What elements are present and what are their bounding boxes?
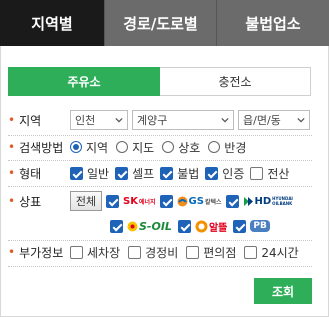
region-row: • 지역 인천 계양구 읍/면/동 (8, 109, 318, 131)
pb-logo: PB (250, 220, 270, 232)
altteul-emblem-icon (195, 220, 208, 232)
brand-label: • 상표 (8, 194, 42, 209)
check-self[interactable]: 셀프 (115, 165, 154, 182)
divider (8, 266, 312, 267)
s-oil-logo: S-OIL (127, 220, 172, 233)
check-24-hours[interactable]: 24시간 (244, 244, 299, 261)
check-brand-sk[interactable]: SK 에너지 (106, 194, 156, 208)
gs-emblem-icon (177, 196, 188, 206)
check-car-wash[interactable]: 세차장 (70, 244, 120, 261)
chevron-down-icon (297, 117, 305, 123)
brand-row-2: S-OIL 알뜰 PB (8, 216, 318, 236)
tab-charging-station[interactable]: 충전소 (160, 67, 311, 96)
check-brand-soil[interactable]: S-OIL (110, 219, 172, 233)
tab-gas-station[interactable]: 주유소 (8, 67, 160, 96)
select-all-brands-button[interactable]: 전체 (70, 191, 102, 211)
divider (8, 240, 312, 241)
town-select[interactable]: 읍/면/동 (238, 110, 310, 130)
type-row: • 형태 일반 셀프 불법 인증 전산 (8, 164, 318, 182)
search-method-label: • 검색방법 (8, 140, 64, 155)
divider (8, 186, 312, 187)
check-brand-altteul[interactable]: 알뜰 (177, 219, 227, 234)
altteul-logo: 알뜰 (195, 219, 227, 234)
chevron-down-icon (221, 117, 229, 123)
check-illegal[interactable]: 불법 (160, 165, 199, 182)
extra-info-row: • 부가정보 세차장 경정비 편의점 24시간 (8, 243, 318, 261)
hd-oilbank-logo: HD HYUNDAI OILBANK (243, 196, 295, 207)
check-brand-gs[interactable]: GS 칼텍스 (159, 194, 222, 208)
divider (8, 160, 312, 161)
radio-map[interactable]: 지도 (116, 139, 154, 156)
check-brand-pb[interactable]: PB (233, 219, 270, 233)
province-select[interactable]: 인천 (70, 110, 128, 130)
top-tab-bar: 지역별 경로/도로별 불법업소 (0, 0, 329, 46)
tab-route-road[interactable]: 경로/도로별 (104, 0, 216, 46)
search-button[interactable]: 조회 (254, 278, 312, 304)
divider (8, 135, 312, 136)
check-normal[interactable]: 일반 (70, 165, 109, 182)
sk-energy-logo: SK 에너지 (123, 195, 156, 207)
radio-name[interactable]: 상호 (162, 139, 200, 156)
radio-region[interactable]: 지역 (70, 139, 108, 156)
tab-region[interactable]: 지역별 (0, 0, 104, 46)
check-certified[interactable]: 인증 (205, 165, 244, 182)
s-oil-emblem-icon (127, 221, 138, 231)
type-label: • 형태 (8, 166, 42, 181)
tab-illegal-stations[interactable]: 불법업소 (216, 0, 329, 46)
sub-tab-bar: 주유소 충전소 (8, 67, 311, 96)
hd-emblem-icon (243, 196, 253, 206)
gs-caltex-logo: GS 칼텍스 (177, 196, 222, 207)
check-convenience-store[interactable]: 편의점 (186, 244, 236, 261)
district-select[interactable]: 계양구 (132, 110, 234, 130)
region-label: • 지역 (8, 113, 42, 128)
check-computerized[interactable]: 전산 (250, 165, 289, 182)
check-maintenance[interactable]: 경정비 (128, 244, 178, 261)
extra-info-label: • 부가정보 (8, 245, 64, 260)
radio-radius[interactable]: 반경 (208, 139, 246, 156)
check-brand-hd[interactable]: HD HYUNDAI OILBANK (225, 194, 295, 208)
search-method-row: • 검색방법 지역 지도 상호 반경 (8, 138, 318, 156)
chevron-down-icon (115, 117, 123, 123)
brand-row: • 상표 전체 SK 에너지 GS 칼텍스 HD HYUNDAI OILBANK (8, 191, 318, 211)
